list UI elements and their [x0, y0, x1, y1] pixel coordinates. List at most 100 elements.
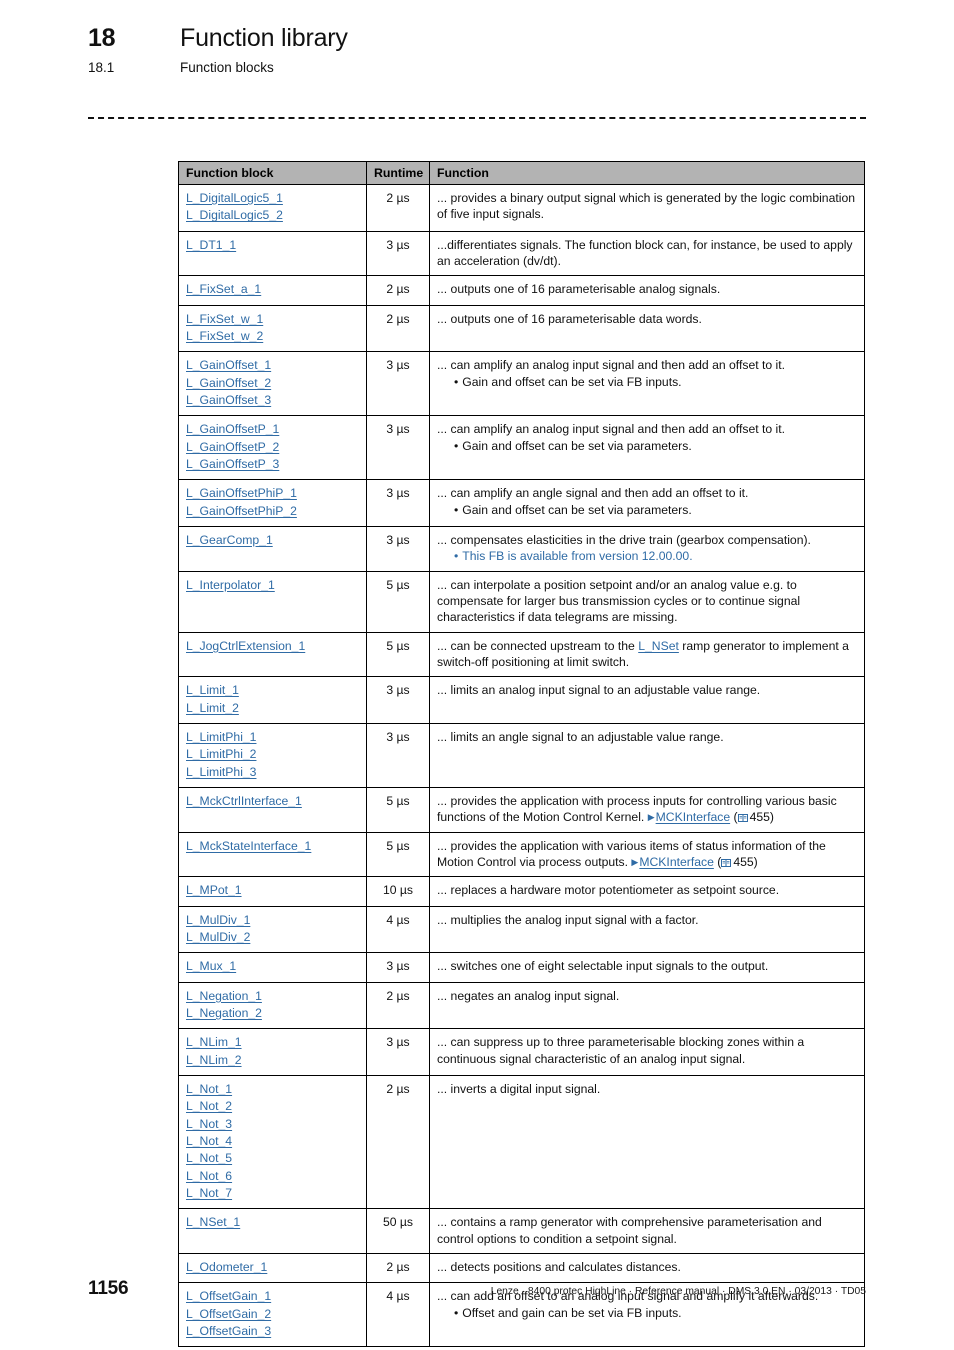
function-block-link[interactable]: L_OffsetGain_2 [186, 1306, 359, 1323]
function-block-link[interactable]: L_FixSet_w_1 [186, 311, 359, 328]
function-block-link[interactable]: L_DigitalLogic5_2 [186, 207, 359, 224]
description-text-part: ... can be connected upstream to the [437, 638, 639, 653]
function-block-link[interactable]: L_MckCtrlInterface_1 [186, 793, 359, 810]
table-row: L_DT1_1 3 µs ...differentiates signals. Th… [178, 231, 865, 277]
dashed-divider [88, 117, 866, 119]
footer-page-number: 1156 [88, 1278, 129, 1299]
table-row: L_Negation_1 L_Negation_2 2 µs... negates … [178, 982, 865, 1030]
table-row: L_JogCtrlExtension_1 5 µs... can be conne… [178, 632, 865, 678]
function-block-link[interactable]: L_MulDiv_2 [186, 929, 359, 946]
table-row: L_GearComp_1 3 µs ... compensates elastici… [178, 526, 865, 572]
function-block-link[interactable]: L_MPot_1 [186, 882, 359, 899]
function-block-link[interactable]: L_LimitPhi_1 [186, 729, 359, 746]
cell-runtime: 5 µs [366, 787, 430, 833]
function-block-link[interactable]: L_Odometer_1 [186, 1259, 359, 1276]
column-header-function-block: Function block [178, 161, 367, 185]
function-block-table: Function block Runtime Function L_Digita… [178, 161, 865, 1348]
table-row: L_GainOffsetPhiP_1 L_GainOffsetPhiP_2 3 µs… [178, 479, 865, 527]
function-block-link[interactable]: L_Interpolator_1 [186, 577, 359, 594]
function-block-link[interactable]: L_Negation_2 [186, 1005, 359, 1022]
cell-function-blocks: L_FixSet_a_1 [178, 275, 367, 306]
function-block-link[interactable]: L_FixSet_a_1 [186, 281, 359, 298]
cross-reference-link[interactable]: MCKInterface [639, 855, 714, 869]
table-row: L_FixSet_a_1 2 µs ... outputs one of 16 pa… [178, 275, 865, 306]
table-row: L_Interpolator_1 5 µs... can interpolate … [178, 571, 865, 633]
cell-runtime: 10 µs [366, 876, 430, 907]
cell-runtime: 3 µs [366, 723, 430, 788]
cross-reference-link[interactable]: MCKInterface [656, 810, 731, 824]
chapter-number: 18 [88, 24, 116, 52]
description-text: ... can amplify an angle signal and then… [437, 486, 749, 501]
function-block-link[interactable]: L_GainOffsetP_2 [186, 439, 359, 456]
cell-function-description: ... can interpolate a position setpoint … [429, 571, 865, 633]
description-bullet: • Gain and offset can be set via paramete… [437, 502, 857, 518]
function-block-link[interactable]: L_Not_3 [186, 1116, 359, 1133]
description-text-part: ... provides the application with proces… [437, 794, 837, 825]
description-text: ... inverts a digital input signal. [437, 1082, 601, 1096]
description-text: ... can amplify an analog input signal a… [437, 358, 786, 373]
cross-reference[interactable]: ▶MCKInterface (455) [648, 810, 774, 824]
description-bullet: • This FB is available from version 12.00… [437, 548, 857, 564]
description-text: ... provides the application with variou… [437, 838, 857, 871]
cell-function-blocks: L_MPot_1 [178, 876, 367, 907]
cell-function-description: ... multiplies the analog input signal w… [429, 906, 865, 954]
function-block-link[interactable]: L_DigitalLogic5_1 [186, 190, 359, 207]
function-block-link[interactable]: L_Mux_1 [186, 958, 359, 975]
cell-function-blocks: L_Limit_1 L_Limit_2 [178, 676, 367, 725]
function-block-link[interactable]: L_GainOffsetPhiP_2 [186, 503, 359, 520]
function-block-link[interactable]: L_Negation_1 [186, 988, 359, 1005]
function-block-link[interactable]: L_NSet_1 [186, 1214, 359, 1231]
cell-runtime: 2 µs [366, 1075, 430, 1210]
function-block-link[interactable]: L_GainOffsetPhiP_1 [186, 485, 359, 502]
table-row: L_LimitPhi_1 L_LimitPhi_2 L_LimitPhi_3 3 µs… [178, 723, 865, 788]
function-block-link[interactable]: L_LimitPhi_3 [186, 764, 359, 781]
function-block-link[interactable]: L_GainOffset_2 [186, 375, 359, 392]
cell-function-description: ... can be connected upstream to the L_N… [429, 632, 865, 678]
table-row: L_MckStateInterface_1 5 µs... provides th… [178, 832, 865, 878]
function-block-link[interactable]: L_NLim_1 [186, 1034, 359, 1051]
function-block-link[interactable]: L_GainOffset_3 [186, 392, 359, 409]
function-block-link[interactable]: L_Not_5 [186, 1150, 359, 1167]
bullet-text: Gain and offset can be set via parameter… [462, 502, 692, 517]
function-block-link[interactable]: L_DT1_1 [186, 237, 359, 254]
function-block-link[interactable]: L_Not_2 [186, 1098, 359, 1115]
function-block-link[interactable]: L_GainOffset_1 [186, 357, 359, 374]
function-block-link[interactable]: L_Limit_2 [186, 700, 359, 717]
table-row: L_MulDiv_1 L_MulDiv_2 4 µs... multiplies t… [178, 906, 865, 954]
description-text: ... can interpolate a position setpoint … [437, 577, 801, 625]
cell-runtime: 2 µs [366, 275, 430, 306]
inline-reference-link[interactable]: L_NSet [638, 639, 679, 653]
bullet-dot-icon: • [454, 549, 459, 564]
function-block-link[interactable]: L_MckStateInterface_1 [186, 838, 359, 855]
chapter-title: Function library [180, 24, 348, 52]
function-block-link[interactable]: L_Not_1 [186, 1081, 359, 1098]
cross-reference[interactable]: ▶MCKInterface (455) [631, 855, 757, 869]
function-block-link[interactable]: L_MulDiv_1 [186, 912, 359, 929]
function-block-link[interactable]: L_Not_4 [186, 1133, 359, 1150]
cell-function-blocks: L_Interpolator_1 [178, 571, 367, 633]
function-block-link[interactable]: L_GainOffsetP_1 [186, 421, 359, 438]
function-block-link[interactable]: L_LimitPhi_2 [186, 746, 359, 763]
table-header-row: Function block Runtime Function [178, 161, 865, 185]
function-block-link[interactable]: L_Not_6 [186, 1168, 359, 1185]
cell-runtime: 3 µs [366, 676, 430, 725]
cell-function-description: ... limits an angle signal to an adjusta… [429, 723, 865, 788]
function-block-link[interactable]: L_OffsetGain_3 [186, 1323, 359, 1340]
function-block-link[interactable]: L_GearComp_1 [186, 532, 359, 549]
bullet-dot-icon: • [454, 1305, 459, 1320]
description-bullet: • Gain and offset can be set via paramete… [437, 438, 857, 454]
cell-function-blocks: L_Not_1 L_Not_2 L_Not_3 L_Not_4 L_Not_5 L_Not… [178, 1075, 367, 1210]
cell-function-description: ... contains a ramp generator with compr… [429, 1208, 865, 1254]
function-block-link[interactable]: L_GainOffsetP_3 [186, 456, 359, 473]
cell-function-blocks: L_GearComp_1 [178, 526, 367, 572]
function-block-link[interactable]: L_JogCtrlExtension_1 [186, 638, 359, 655]
function-block-link[interactable]: L_Not_7 [186, 1185, 359, 1202]
function-block-link[interactable]: L_NLim_2 [186, 1052, 359, 1069]
cell-function-blocks: L_NLim_1 L_NLim_2 [178, 1028, 367, 1076]
function-block-link[interactable]: L_Limit_1 [186, 682, 359, 699]
cell-function-blocks: L_MulDiv_1 L_MulDiv_2 [178, 906, 367, 954]
cell-runtime: 4 µs [366, 906, 430, 954]
table-row: L_NLim_1 L_NLim_2 3 µs... can suppress up … [178, 1028, 865, 1076]
function-block-link[interactable]: L_FixSet_w_2 [186, 328, 359, 345]
description-text: ... replaces a hardware motor potentiome… [437, 883, 780, 898]
